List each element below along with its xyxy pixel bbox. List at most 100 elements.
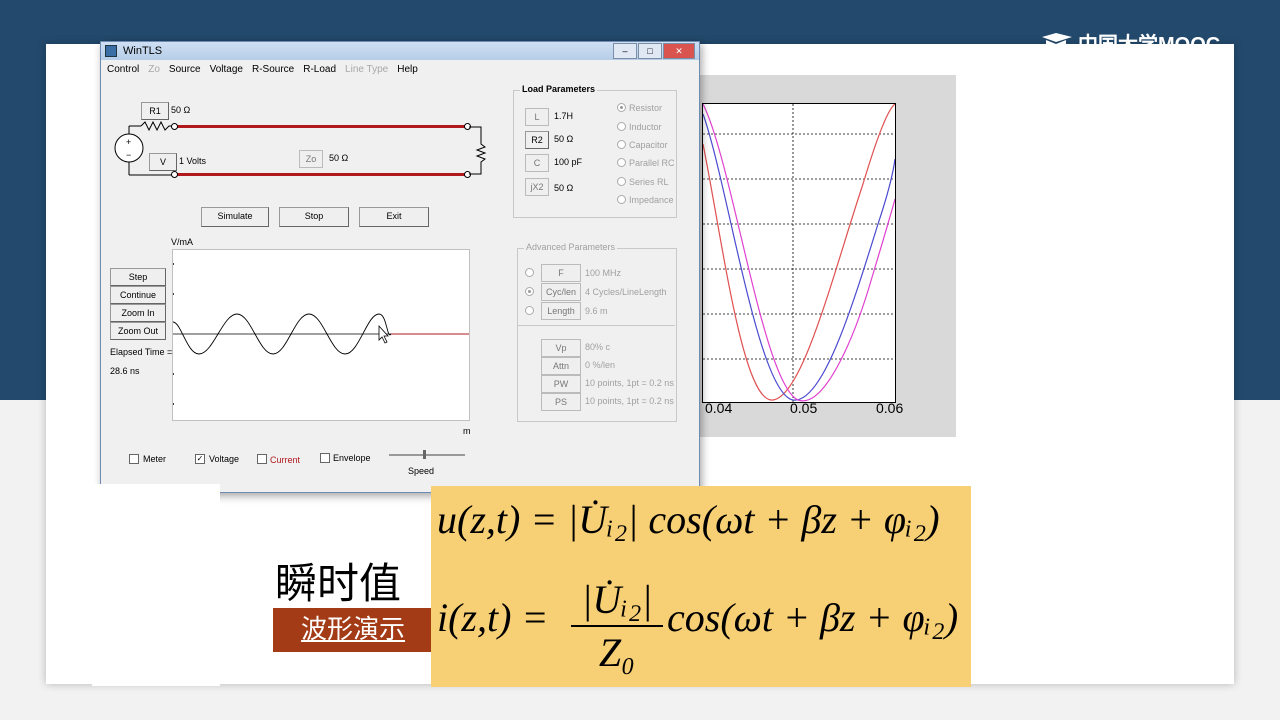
graph-x-label: m (463, 426, 471, 436)
jx2-button: jX2 (525, 178, 549, 196)
white-block (92, 484, 220, 686)
load-resistor-icon (469, 126, 487, 175)
magenta-curve (702, 103, 896, 402)
zoom-in-button[interactable]: Zoom In (110, 304, 166, 322)
elapsed-time-label: Elapsed Time = (110, 347, 173, 357)
inductor-radio[interactable] (617, 122, 626, 131)
elapsed-time-value: 28.6 ns (110, 366, 140, 376)
waveform-graph (172, 249, 470, 421)
window-title: WinTLS (123, 45, 163, 57)
node (171, 171, 178, 178)
inductor-label: Inductor (629, 122, 662, 132)
svg-text:−: − (126, 150, 131, 160)
parallel-rc-label: Parallel RC (629, 158, 675, 168)
waveform-plot (702, 103, 896, 403)
voltage-checkbox[interactable]: ✓ (195, 454, 205, 464)
menu-control[interactable]: Control (107, 64, 139, 75)
envelope-label: Envelope (333, 453, 371, 463)
graph-y-label: V/mA (171, 237, 194, 247)
simulate-button[interactable]: Simulate (201, 207, 269, 227)
length-button: Length (541, 302, 581, 320)
resistor-label: Resistor (629, 103, 663, 113)
menu-r-load[interactable]: R-Load (303, 64, 336, 75)
meter-checkbox[interactable] (129, 454, 139, 464)
pw-button: PW (541, 375, 581, 393)
c-value: 100 pF (554, 157, 583, 167)
cyc-len-radio[interactable] (525, 287, 534, 296)
advanced-parameters-title: Advanced Parameters (524, 242, 618, 252)
node (171, 123, 178, 130)
attn-value: 0 %/len (585, 360, 616, 370)
minimize-icon[interactable]: – (613, 43, 637, 59)
meter-label: Meter (143, 454, 167, 464)
zoom-out-button[interactable]: Zoom Out (110, 322, 166, 340)
fraction-numerator: |U̇ᵢ₂| (581, 577, 653, 622)
frequency-radio[interactable] (525, 268, 534, 277)
red-curve (702, 103, 896, 401)
voltage-label: Voltage (209, 454, 240, 464)
impedance-radio[interactable] (617, 195, 626, 204)
maximize-icon[interactable]: □ (638, 43, 662, 59)
ps-button: PS (541, 393, 581, 411)
wintls-window: WinTLS – □ ✕ Control Zo Source Voltage R… (100, 41, 700, 493)
voltage-formula: u(z,t) = |U̇ᵢ₂| cos(ωt + βz + φᵢ₂) (437, 497, 940, 542)
zo-button: Zo (299, 150, 323, 168)
menu-help[interactable]: Help (397, 64, 418, 75)
plot-tick: 0.06 (876, 400, 904, 416)
waveform-demo-button[interactable]: 波形演示 (273, 608, 433, 652)
r2-button[interactable]: R2 (525, 131, 549, 149)
current-formula-fraction: |U̇ᵢ₂| Z₀ (571, 576, 663, 676)
plot-tick: 0.04 (705, 400, 733, 416)
envelope-checkbox[interactable] (320, 453, 330, 463)
speed-label: Speed (408, 466, 435, 476)
menu-line-type: Line Type (345, 64, 389, 75)
fraction-denominator: Z₀ (598, 630, 636, 675)
r2-value: 50 Ω (554, 134, 574, 144)
cyc-len-value: 4 Cycles/LineLength (585, 287, 667, 297)
blue-curve (702, 113, 896, 401)
menu-source[interactable]: Source (169, 64, 201, 75)
load-parameters-title: Load Parameters (520, 84, 598, 94)
exit-button[interactable]: Exit (359, 207, 429, 227)
menu-voltage[interactable]: Voltage (210, 64, 243, 75)
pw-value: 10 points, 1pt = 0.2 ns (585, 378, 674, 388)
speed-slider-track[interactable] (389, 454, 465, 456)
v-button[interactable]: V (149, 153, 177, 171)
v-value: 1 Volts (179, 156, 207, 166)
title-bar[interactable]: WinTLS – □ ✕ (101, 42, 699, 60)
mooc-logo-icon (1042, 32, 1072, 53)
waveform-demo-label: 波形演示 (300, 615, 405, 645)
current-checkbox[interactable] (257, 454, 267, 464)
step-button[interactable]: Step (110, 268, 166, 286)
close-icon[interactable]: ✕ (663, 43, 695, 59)
speed-slider-thumb[interactable] (423, 450, 426, 459)
capacitor-label: Capacitor (629, 140, 668, 150)
stop-button[interactable]: Stop (279, 207, 349, 227)
graph-svg (172, 263, 469, 405)
vp-button: Vp (541, 339, 581, 357)
length-radio[interactable] (525, 306, 534, 315)
current-formula-lhs: i(z,t) = (437, 595, 549, 640)
f-button: F (541, 264, 581, 282)
continue-button[interactable]: Continue (110, 286, 166, 304)
current-formula-rhs: cos(ωt + βz + φᵢ₂) (667, 595, 959, 640)
parallel-rc-radio[interactable] (617, 158, 626, 167)
l-button: L (525, 108, 549, 126)
series-rl-radio[interactable] (617, 177, 626, 186)
length-value: 9.6 m (585, 306, 608, 316)
resistor-radio[interactable] (617, 103, 626, 112)
formula-panel: u(z,t) = |U̇ᵢ₂| cos(ωt + βz + φᵢ₂) i(z,t… (431, 486, 971, 687)
attn-button: Attn (541, 357, 581, 375)
resistor-icon (140, 120, 175, 132)
bottom-line (175, 173, 467, 176)
ps-value: 10 points, 1pt = 0.2 ns (585, 396, 674, 406)
svg-text:+: + (126, 137, 131, 147)
jx2-value: 50 Ω (554, 183, 574, 193)
zo-value: 50 Ω (329, 153, 349, 163)
vp-value: 80% c (585, 342, 611, 352)
capacitor-radio[interactable] (617, 140, 626, 149)
menu-zo: Zo (148, 64, 160, 75)
menu-bar: Control Zo Source Voltage R-Source R-Loa… (101, 60, 699, 75)
menu-r-source[interactable]: R-Source (252, 64, 294, 75)
r1-value: 50 Ω (171, 105, 191, 115)
